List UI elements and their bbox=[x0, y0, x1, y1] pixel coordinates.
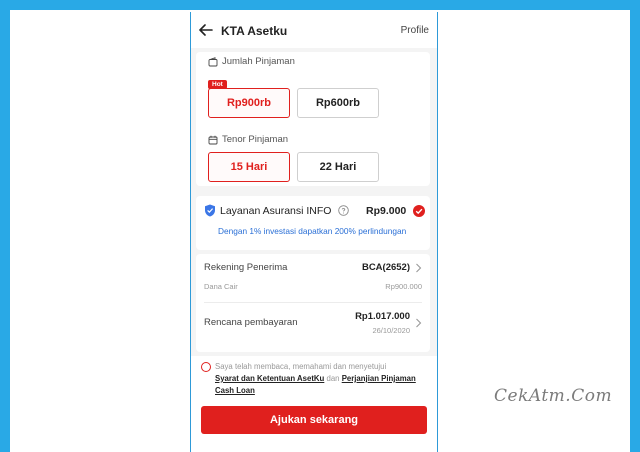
divider bbox=[204, 302, 422, 303]
apply-now-button[interactable]: Ajukan sekarang bbox=[201, 406, 427, 434]
loan-details-card: Rekening Penerima BCA(2652) Dana Cair Rp… bbox=[196, 254, 430, 352]
insurance-price: Rp9.000 bbox=[366, 205, 407, 217]
insurance-card: Layanan Asuransi INFO Rp9.000 Dengan 1% … bbox=[196, 196, 430, 250]
account-label: Rekening Penerima bbox=[204, 262, 288, 273]
agree-radio[interactable] bbox=[201, 362, 211, 372]
agreement-prefix: Saya telah membaca, memahami dan menyetu… bbox=[215, 362, 387, 371]
insurance-note: Dengan 1% investasi dapatkan 200% perlin… bbox=[218, 226, 407, 236]
tenor-label: Tenor Pinjaman bbox=[222, 134, 289, 145]
payment-date: 26/10/2020 bbox=[372, 326, 410, 335]
phone-screen: KTA Asetku Profile Jumlah Pinjaman Hot R… bbox=[190, 12, 438, 452]
checkmark-icon[interactable] bbox=[413, 205, 425, 217]
payment-label: Rencana pembayaran bbox=[204, 317, 298, 328]
account-value[interactable]: BCA(2652) bbox=[362, 262, 410, 273]
tenor-option-15[interactable]: 15 Hari bbox=[208, 152, 290, 182]
wallet-icon bbox=[208, 56, 218, 66]
profile-link[interactable]: Profile bbox=[401, 25, 429, 36]
shield-icon bbox=[205, 204, 215, 217]
info-icon[interactable] bbox=[338, 205, 349, 216]
loan-options-card: Jumlah Pinjaman Hot Rp900rb Rp600rb Teno… bbox=[196, 52, 430, 186]
back-arrow-icon[interactable] bbox=[199, 24, 213, 36]
calendar-icon bbox=[208, 135, 218, 144]
tenor-row: Tenor Pinjaman bbox=[208, 134, 288, 145]
watermark-text: CekAtm.Com bbox=[494, 386, 613, 406]
insurance-name: Layanan Asuransi INFO bbox=[220, 205, 332, 217]
disbursed-label: Dana Cair bbox=[204, 282, 238, 291]
agreement-text: Saya telah membaca, memahami dan menyetu… bbox=[215, 361, 430, 397]
loan-amount-label: Jumlah Pinjaman bbox=[222, 56, 295, 67]
agreement-conjunction: dan bbox=[326, 374, 340, 383]
hot-badge: Hot bbox=[208, 80, 227, 89]
chevron-right-icon[interactable] bbox=[415, 318, 422, 328]
agreement-section: Saya telah membaca, memahami dan menyetu… bbox=[191, 356, 437, 408]
loan-amount-row: Jumlah Pinjaman bbox=[208, 56, 295, 67]
chevron-right-icon[interactable] bbox=[415, 263, 422, 273]
amount-option-900rb[interactable]: Rp900rb bbox=[208, 88, 290, 118]
app-header: KTA Asetku Profile bbox=[191, 12, 437, 48]
amount-option-600rb[interactable]: Rp600rb bbox=[297, 88, 379, 118]
payment-value[interactable]: Rp1.017.000 bbox=[355, 311, 410, 322]
disbursed-value: Rp900.000 bbox=[385, 282, 422, 291]
page-title: KTA Asetku bbox=[221, 24, 288, 38]
terms-link[interactable]: Syarat dan Ketentuan AsetKu bbox=[215, 374, 324, 383]
tenor-option-22[interactable]: 22 Hari bbox=[297, 152, 379, 182]
